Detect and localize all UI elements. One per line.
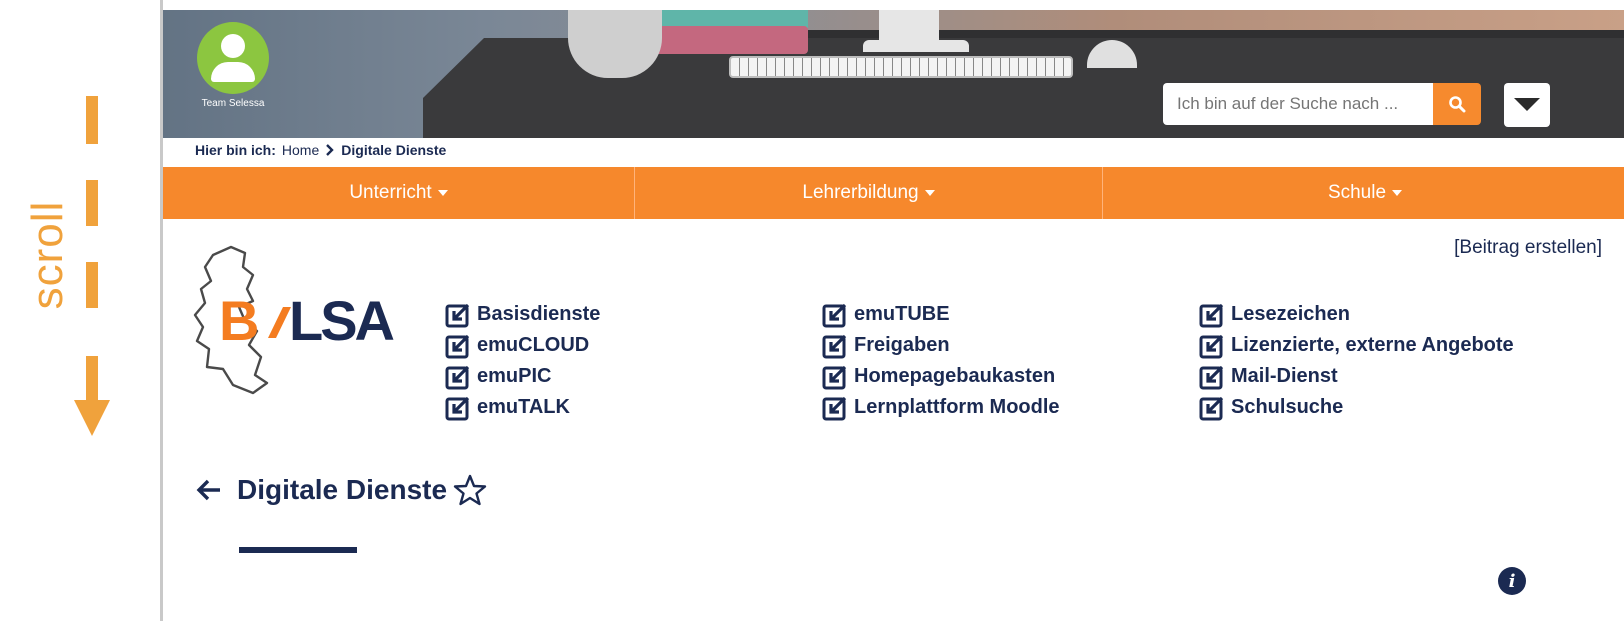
nav-item-unterricht[interactable]: Unterricht [163,167,635,219]
link-emutube[interactable]: emuTUBE [822,299,1060,330]
search-icon [1449,96,1466,113]
page-title-row: Digitale Dienste [195,473,487,507]
link-label: Freigaben [854,334,950,356]
scroll-dash [86,180,98,226]
nav-item-label: Schule [1327,182,1387,203]
breadcrumb: Hier bin ich: Home Digitale Dienste [195,142,446,158]
create-post-link[interactable]: [Beitrag erstellen] [1454,237,1602,259]
avatar-body [211,62,255,82]
banner-keyboard [729,56,1073,78]
nav-item-lehrerbildung[interactable]: Lehrerbildung [635,167,1103,219]
breadcrumb-current: Digitale Dienste [341,142,447,158]
scroll-label: scroll [23,200,72,310]
arrow-left-icon[interactable] [195,476,223,504]
external-link-icon [822,365,847,389]
external-link-icon [822,334,847,358]
caret-down-icon [1392,190,1403,196]
scroll-dash [86,262,98,308]
browser-page: Team Selessa Hier bin ich: Home Digitale… [160,0,1624,621]
breadcrumb-label: Hier bin ich: [195,142,276,158]
service-links-column-2: emuTUBE Freigaben Homepagebaukasten Lern… [822,299,1060,423]
logo-letters-lsa: LSA [289,289,394,352]
search-button[interactable] [1433,83,1481,125]
chevron-right-icon [326,144,334,156]
service-links-column-1: Basisdienste emuCLOUD emuPIC emuTALK [445,299,600,423]
link-label: Mail-Dienst [1231,365,1338,387]
link-emutalk[interactable]: emuTALK [445,392,600,423]
link-label: Schulsuche [1231,396,1344,418]
link-label: emuPIC [477,365,552,387]
bilsa-logo: B LSA [193,245,397,395]
scroll-arrow-head [74,400,110,436]
title-underline [239,547,357,553]
external-link-icon [445,334,470,358]
link-label: Homepagebaukasten [854,365,1056,387]
link-label: Lesezeichen [1231,303,1350,325]
main-navigation: Unterricht Lehrerbildung Schule [163,167,1624,219]
scroll-annotation: scroll [0,0,160,621]
link-label: Lizenzierte, externe Angebote [1231,334,1514,356]
header-banner: Team Selessa [163,10,1624,138]
menu-dropdown-button[interactable] [1504,83,1550,127]
scroll-dash [86,96,98,144]
link-basisdienste[interactable]: Basisdienste [445,299,600,330]
avatar-head [221,34,245,58]
external-link-icon [1199,303,1224,327]
link-schulsuche[interactable]: Schulsuche [1199,392,1514,423]
link-lizenzierte-angebote[interactable]: Lizenzierte, externe Angebote [1199,330,1514,361]
nav-item-label: Lehrerbildung [802,182,919,203]
star-outline-icon[interactable] [453,473,487,507]
info-glyph: i [1508,570,1516,592]
external-link-icon [445,365,470,389]
info-icon[interactable]: i [1498,567,1526,595]
banner-monitor-base [863,40,969,52]
link-mail-dienst[interactable]: Mail-Dienst [1199,361,1514,392]
caret-down-icon [924,190,935,196]
link-lernplattform-moodle[interactable]: Lernplattform Moodle [822,392,1060,423]
link-lesezeichen[interactable]: Lesezeichen [1199,299,1514,330]
link-freigaben[interactable]: Freigaben [822,330,1060,361]
caret-down-icon [437,190,448,196]
link-label: emuTUBE [854,303,950,325]
link-emupic[interactable]: emuPIC [445,361,600,392]
nav-item-label: Unterricht [349,182,432,203]
link-label: emuTALK [477,396,570,418]
link-label: emuCLOUD [477,334,590,356]
external-link-icon [1199,396,1224,420]
logo-letter-b: B [219,289,259,352]
external-link-icon [822,303,847,327]
banner-monitor-stand [879,10,939,44]
avatar[interactable] [197,22,269,94]
service-links-column-3: Lesezeichen Lizenzierte, externe Angebot… [1199,299,1514,423]
user-name: Team Selessa [201,98,265,109]
link-homepagebaukasten[interactable]: Homepagebaukasten [822,361,1060,392]
page-title: Digitale Dienste [237,474,448,505]
external-link-icon [1199,334,1224,358]
search-input[interactable] [1163,83,1433,125]
link-label: Lernplattform Moodle [854,396,1060,418]
link-label: Basisdienste [477,303,601,325]
banner-book [648,26,808,54]
link-emucloud[interactable]: emuCLOUD [445,330,600,361]
external-link-icon [1199,365,1224,389]
caret-down-icon [1514,98,1540,111]
external-link-icon [445,303,470,327]
breadcrumb-home-link[interactable]: Home [282,142,319,158]
banner-cup [568,10,662,78]
scroll-arrow-down-icon [86,356,98,402]
external-link-icon [445,396,470,420]
external-link-icon [822,396,847,420]
nav-item-schule[interactable]: Schule [1103,167,1624,219]
